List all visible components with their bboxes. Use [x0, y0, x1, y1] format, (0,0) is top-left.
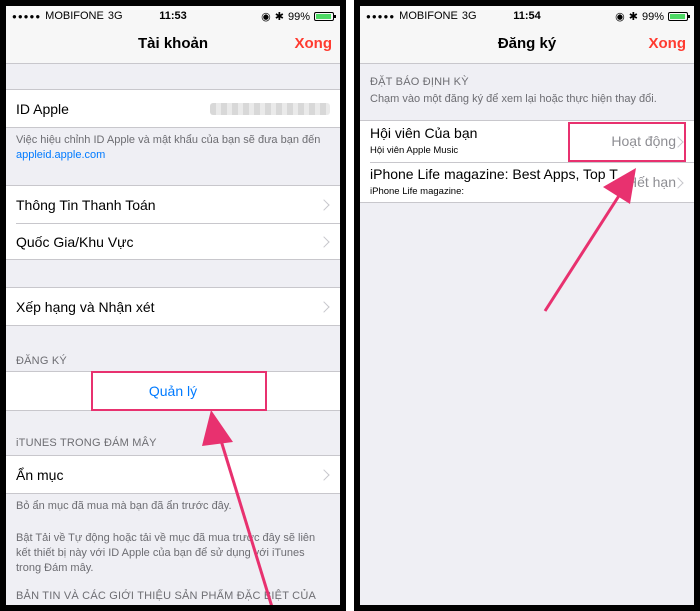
payment-info-label[interactable]: Thông Tin Thanh Toán [16, 197, 156, 213]
subscription-status: Hết hạn [624, 174, 676, 190]
newsletter-header: BẢN TIN VÀ CÁC GIỚI THIỆU SẢN PHẨM ĐẶC B… [16, 590, 316, 602]
bluetooth-icon: ✱ [628, 11, 638, 23]
hidden-footer: Bỏ ẩn mục đã mua mà bạn đã ẩn trước đây. [16, 500, 232, 512]
lock-rotation-icon: ◉ [261, 11, 271, 23]
battery-percent: 99% [641, 10, 664, 23]
subscriptions-header: ĐĂNG KÝ [16, 355, 67, 367]
apple-id-label: ID Apple [16, 101, 69, 117]
hidden-purchases-label: Ẩn mục [16, 467, 64, 483]
done-button[interactable]: Xong [649, 35, 687, 52]
subscription-title: Hội viên Của bạn [370, 125, 478, 141]
apple-id-value-blurred [210, 103, 330, 115]
subscription-title: iPhone Life magazine: Best Apps, Top T [370, 166, 618, 182]
nav-bar: Tài khoản Xong [6, 26, 340, 64]
battery-icon [314, 12, 336, 21]
highlight-box [568, 122, 686, 162]
chevron-right-icon [318, 236, 330, 248]
itunes-cloud-header: iTUNES TRONG ĐÁM MÂY [16, 437, 157, 449]
ratings-label: Xếp hạng và Nhận xét [16, 299, 155, 315]
apple-id-cell[interactable]: ID Apple [6, 89, 340, 128]
battery-icon [668, 12, 690, 21]
chevron-right-icon [318, 199, 330, 211]
section-header: ĐẶT BÁO ĐỊNH KỲ [370, 76, 469, 88]
right-phone: ●●●●● MOBIFONE 3G 11:54 ◉ ✱ 99% Đăng ký … [354, 0, 700, 611]
lock-rotation-icon: ◉ [615, 11, 625, 23]
nav-bar: Đăng ký Xong [360, 26, 694, 64]
auto-download-footer: Bật Tải về Tự động hoặc tải về mục đã mu… [16, 532, 316, 574]
status-bar: ●●●●● MOBIFONE 3G 11:53 ◉ ✱ 99% [6, 6, 340, 26]
chevron-right-icon [318, 301, 330, 313]
done-button[interactable]: Xong [295, 35, 333, 52]
divider [370, 162, 694, 163]
subscription-subtitle: iPhone Life magazine: [370, 186, 465, 197]
apple-id-footer: Việc hiệu chỉnh ID Apple và mật khẩu của… [16, 133, 330, 163]
country-region-label[interactable]: Quốc Gia/Khu Vực [16, 234, 134, 250]
divider [16, 223, 340, 224]
left-screen: ●●●●● MOBIFONE 3G 11:53 ◉ ✱ 99% Tài khoả… [6, 6, 340, 605]
settings-list: ID Apple Việc hiệu chỉnh ID Apple và mật… [6, 64, 340, 605]
section-description: Chạm vào một đăng ký để xem lại hoặc thự… [370, 93, 657, 105]
page-title: Đăng ký [497, 35, 557, 52]
battery-percent: 99% [287, 10, 310, 23]
page-title: Tài khoản [137, 35, 208, 52]
hidden-purchases-cell[interactable]: Ẩn mục [6, 455, 340, 494]
status-bar: ●●●●● MOBIFONE 3G 11:54 ◉ ✱ 99% [360, 6, 694, 26]
bluetooth-icon: ✱ [274, 11, 284, 23]
subscription-subtitle: Hội viên Apple Music [370, 145, 459, 156]
right-screen: ●●●●● MOBIFONE 3G 11:54 ◉ ✱ 99% Đăng ký … [360, 6, 694, 605]
chevron-right-icon [318, 469, 330, 481]
payment-group: Thông Tin Thanh Toán Quốc Gia/Khu Vực [6, 185, 340, 260]
subscriptions-list: ĐẶT BÁO ĐỊNH KỲ Chạm vào một đăng ký để … [360, 64, 694, 605]
left-phone: ●●●●● MOBIFONE 3G 11:53 ◉ ✱ 99% Tài khoả… [0, 0, 346, 611]
highlight-box [91, 371, 267, 411]
appleid-link[interactable]: appleid.apple.com [16, 149, 105, 161]
ratings-cell[interactable]: Xếp hạng và Nhận xét [6, 287, 340, 326]
apple-id-footer-text: Việc hiệu chỉnh ID Apple và mật khẩu của… [16, 134, 321, 146]
